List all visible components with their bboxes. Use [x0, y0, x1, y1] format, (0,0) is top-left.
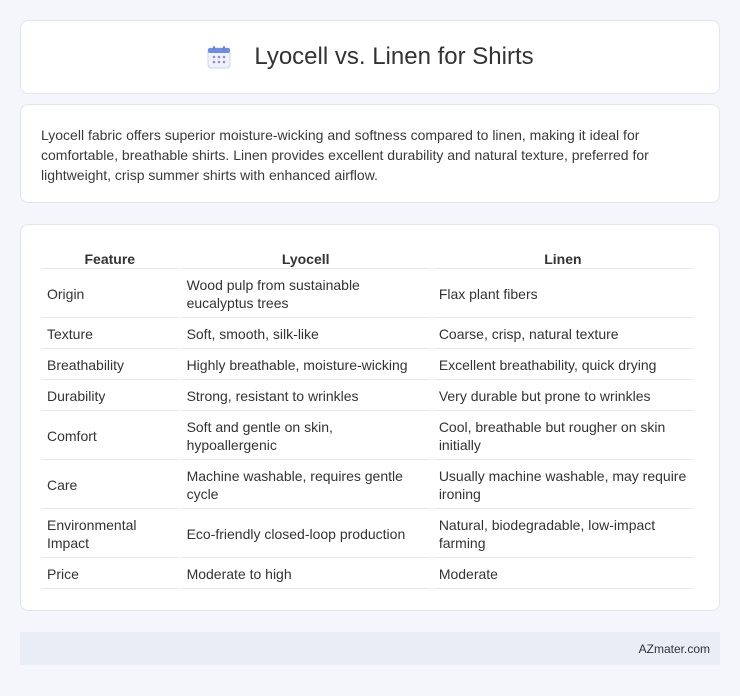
table-row: Comfort Soft and gentle on skin, hypoall… [41, 412, 693, 460]
cell-feature: Origin [41, 270, 179, 318]
cell-linen: Moderate [432, 559, 693, 589]
header-linen: Linen [432, 246, 693, 269]
cell-linen: Flax plant fibers [432, 270, 693, 318]
cell-linen: Natural, biodegradable, low-impact farmi… [432, 510, 693, 558]
cell-linen: Very durable but prone to wrinkles [432, 381, 693, 411]
cell-feature: Texture [41, 319, 179, 349]
cell-linen: Cool, breathable but rougher on skin ini… [432, 412, 693, 460]
title-card: Lyocell vs. Linen for Shirts [20, 20, 720, 94]
cell-feature: Care [41, 461, 179, 509]
header-feature: Feature [41, 246, 179, 269]
cell-linen: Usually machine washable, may require ir… [432, 461, 693, 509]
cell-linen: Coarse, crisp, natural texture [432, 319, 693, 349]
cell-feature: Breathability [41, 350, 179, 380]
cell-lyocell: Machine washable, requires gentle cycle [180, 461, 431, 509]
cell-linen: Excellent breathability, quick drying [432, 350, 693, 380]
comparison-card: Feature Lyocell Linen Origin Wood pulp f… [20, 224, 720, 611]
cell-feature: Price [41, 559, 179, 589]
calendar-icon [206, 44, 232, 70]
cell-feature: Environmental Impact [41, 510, 179, 558]
cell-lyocell: Soft and gentle on skin, hypoallergenic [180, 412, 431, 460]
cell-feature: Durability [41, 381, 179, 411]
cell-feature: Comfort [41, 412, 179, 460]
header-lyocell: Lyocell [180, 246, 431, 269]
comparison-table: Feature Lyocell Linen Origin Wood pulp f… [39, 245, 695, 590]
table-header-row: Feature Lyocell Linen [41, 246, 693, 269]
cell-lyocell: Highly breathable, moisture-wicking [180, 350, 431, 380]
cell-lyocell: Moderate to high [180, 559, 431, 589]
intro-card: Lyocell fabric offers superior moisture-… [20, 104, 720, 203]
table-row: Breathability Highly breathable, moistur… [41, 350, 693, 380]
table-row: Durability Strong, resistant to wrinkles… [41, 381, 693, 411]
cell-lyocell: Soft, smooth, silk-like [180, 319, 431, 349]
footer-bar: AZmater.com [20, 632, 720, 665]
table-row: Environmental Impact Eco-friendly closed… [41, 510, 693, 558]
table-row: Origin Wood pulp from sustainable eucaly… [41, 270, 693, 318]
page-title: Lyocell vs. Linen for Shirts [254, 43, 534, 70]
intro-paragraph: Lyocell fabric offers superior moisture-… [41, 127, 649, 183]
table-row: Price Moderate to high Moderate [41, 559, 693, 589]
cell-lyocell: Wood pulp from sustainable eucalyptus tr… [180, 270, 431, 318]
table-row: Texture Soft, smooth, silk-like Coarse, … [41, 319, 693, 349]
cell-lyocell: Eco-friendly closed-loop production [180, 510, 431, 558]
footer-credit: AZmater.com [638, 641, 710, 656]
cell-lyocell: Strong, resistant to wrinkles [180, 381, 431, 411]
table-row: Care Machine washable, requires gentle c… [41, 461, 693, 509]
